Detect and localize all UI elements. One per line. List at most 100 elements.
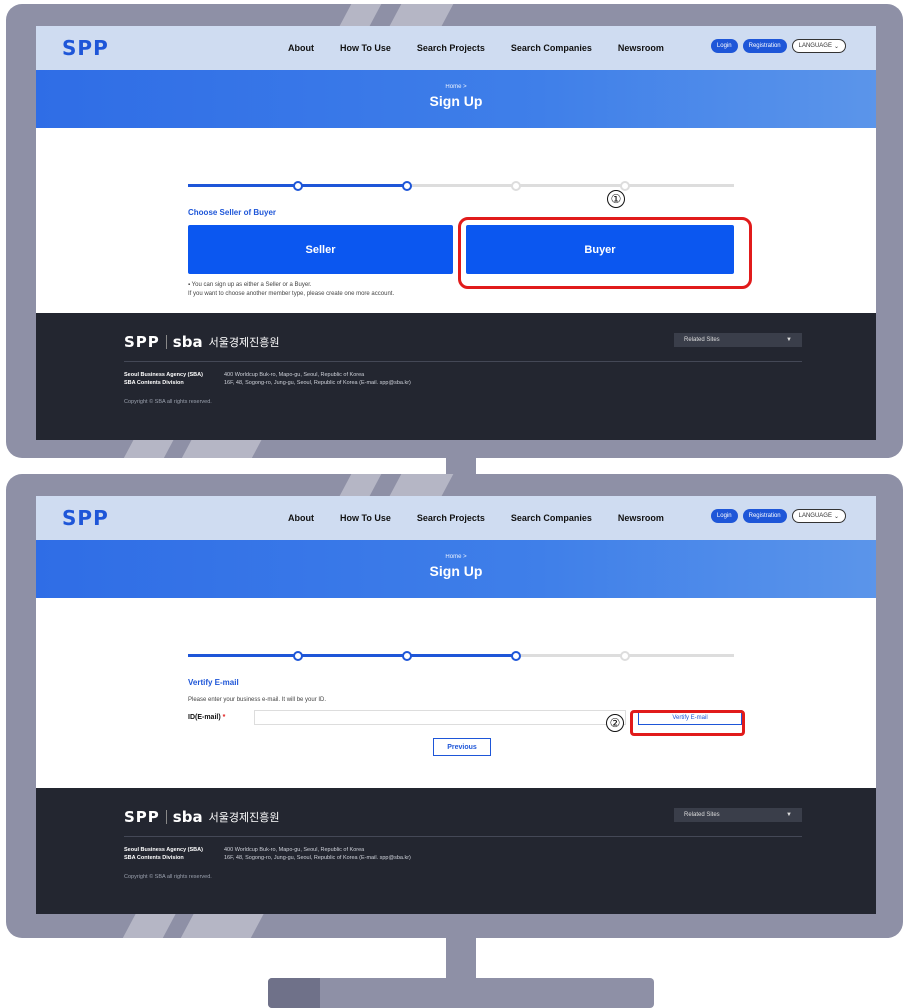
step-dot-2 [402, 651, 412, 661]
monitor-top: SPP About How To Use Search Projects Sea… [6, 4, 903, 458]
registration-button[interactable]: Registration [742, 39, 787, 53]
stepper-progress [188, 654, 516, 657]
page-hero: Home > Sign Up [36, 70, 876, 128]
step-dot-1 [293, 651, 303, 661]
monitor-stand [268, 978, 654, 1008]
nav-newsroom[interactable]: Newsroom [618, 43, 664, 53]
related-sites-label: Related Sites [684, 337, 720, 343]
callout-buyer-highlight [458, 217, 752, 289]
spp-logo[interactable]: SPP [62, 506, 109, 530]
registration-button[interactable]: Registration [742, 509, 787, 523]
footer-logo: SPP sba 서울경제진흥원 [124, 333, 279, 351]
member-type-note: ▪ You can sign up as either a Seller or … [188, 281, 394, 299]
main-nav: About How To Use Search Projects Search … [288, 43, 664, 53]
caret-down-icon: ▼ [786, 812, 792, 818]
step-dot-2 [402, 181, 412, 191]
footer-sba-korean-name: 서울경제진흥원 [208, 811, 280, 824]
footer-addresses: Seoul Business Agency (SBA) 400 Worldcup … [124, 846, 411, 862]
language-select[interactable]: LANGUAGE ⌄ [791, 509, 846, 523]
header-actions: Login Registration LANGUAGE ⌄ [710, 39, 846, 53]
footer-logo: SPP sba 서울경제진흥원 [124, 808, 279, 826]
language-select[interactable]: LANGUAGE ⌄ [791, 39, 846, 53]
nav-search-companies[interactable]: Search Companies [511, 513, 592, 523]
email-input[interactable] [254, 710, 626, 725]
footer-divider [124, 836, 802, 837]
breadcrumb[interactable]: Home > [36, 84, 876, 90]
chevron-down-icon: ⌄ [833, 43, 839, 50]
org-name: Seoul Business Agency (SBA) [124, 372, 203, 378]
section-title: Vertify E-mail [188, 678, 239, 687]
nav-search-projects[interactable]: Search Projects [417, 513, 485, 523]
signup-stepper [188, 651, 734, 661]
breadcrumb[interactable]: Home > [36, 554, 876, 560]
org-address: 400 Worldcup Buk-ro, Mapo-gu, Seoul, Rep… [224, 847, 365, 853]
related-sites-select[interactable]: Related Sites ▼ [674, 333, 802, 347]
chevron-down-icon: ⌄ [833, 513, 839, 520]
monitor-shine [115, 912, 177, 938]
step-marker-2: ② [606, 714, 624, 732]
footer-logo-divider [165, 810, 167, 824]
page-title: Sign Up [429, 93, 483, 109]
monitor-neck [446, 938, 476, 978]
language-label: LANGUAGE [798, 513, 832, 519]
monitor-neck [446, 458, 476, 474]
copyright: Copyright © SBA all rights reserved. [124, 399, 212, 405]
screen-verify-email: SPP About How To Use Search Projects Sea… [36, 496, 876, 914]
nav-search-projects[interactable]: Search Projects [417, 43, 485, 53]
seller-button[interactable]: Seller [188, 225, 453, 274]
org-name: SBA Contents Division [124, 855, 184, 861]
org-address: 400 Worldcup Buk-ro, Mapo-gu, Seoul, Rep… [224, 372, 365, 378]
step-dot-4 [620, 181, 630, 191]
caret-down-icon: ▼ [786, 337, 792, 343]
nav-about[interactable]: About [288, 513, 314, 523]
previous-button[interactable]: Previous [433, 738, 491, 756]
id-email-label: ID(E-mail) * [188, 714, 225, 721]
step-dot-1 [293, 181, 303, 191]
monitor-shine [173, 912, 265, 938]
note-line: ▪ You can sign up as either a Seller or … [188, 282, 312, 288]
step-marker-1: ① [607, 190, 625, 208]
site-header: SPP About How To Use Search Projects Sea… [36, 26, 876, 70]
footer-logo-divider [165, 335, 167, 349]
org-address: 16F, 48, Sogong-ro, Jung-gu, Seoul, Repu… [224, 380, 411, 386]
related-sites-label: Related Sites [684, 812, 720, 818]
signup-stepper [188, 181, 734, 191]
step-dot-4 [620, 651, 630, 661]
nav-newsroom[interactable]: Newsroom [618, 513, 664, 523]
org-name: Seoul Business Agency (SBA) [124, 847, 203, 853]
footer-spp-logo: SPP [124, 333, 160, 351]
page-hero: Home > Sign Up [36, 540, 876, 598]
footer-sba-korean-name: 서울경제진흥원 [208, 336, 280, 349]
related-sites-select[interactable]: Related Sites ▼ [674, 808, 802, 822]
main-nav: About How To Use Search Projects Search … [288, 513, 664, 523]
language-label: LANGUAGE [798, 43, 832, 49]
section-title: Choose Seller of Buyer [188, 208, 277, 217]
nav-how-to-use[interactable]: How To Use [340, 43, 391, 53]
org-address: 16F, 48, Sogong-ro, Jung-gu, Seoul, Repu… [224, 855, 411, 861]
id-email-label-text: ID(E-mail) [188, 714, 221, 721]
spp-logo[interactable]: SPP [62, 36, 109, 60]
callout-verify-highlight [630, 710, 745, 736]
org-name: SBA Contents Division [124, 380, 184, 386]
nav-search-companies[interactable]: Search Companies [511, 43, 592, 53]
monitor-bottom: SPP About How To Use Search Projects Sea… [6, 474, 903, 938]
login-button[interactable]: Login [710, 39, 738, 53]
nav-about[interactable]: About [288, 43, 314, 53]
footer-sba-logo: sba [172, 808, 203, 826]
required-mark: * [222, 714, 226, 721]
site-footer: SPP sba 서울경제진흥원 Related Sites ▼ Seoul Bu… [36, 788, 876, 914]
site-footer: SPP sba 서울경제진흥원 Related Sites ▼ Seoul Bu… [36, 313, 876, 440]
page-title: Sign Up [429, 563, 483, 579]
site-header: SPP About How To Use Search Projects Sea… [36, 496, 876, 540]
login-button[interactable]: Login [710, 509, 738, 523]
email-instruction: Please enter your business e-mail. It wi… [188, 697, 327, 703]
step-dot-3 [511, 181, 521, 191]
nav-how-to-use[interactable]: How To Use [340, 513, 391, 523]
header-actions: Login Registration LANGUAGE ⌄ [710, 509, 846, 523]
monitor-stand-accent [268, 978, 320, 1008]
footer-divider [124, 361, 802, 362]
footer-spp-logo: SPP [124, 808, 160, 826]
footer-sba-logo: sba [172, 333, 203, 351]
footer-addresses: Seoul Business Agency (SBA) 400 Worldcup … [124, 371, 411, 387]
step-dot-3 [511, 651, 521, 661]
